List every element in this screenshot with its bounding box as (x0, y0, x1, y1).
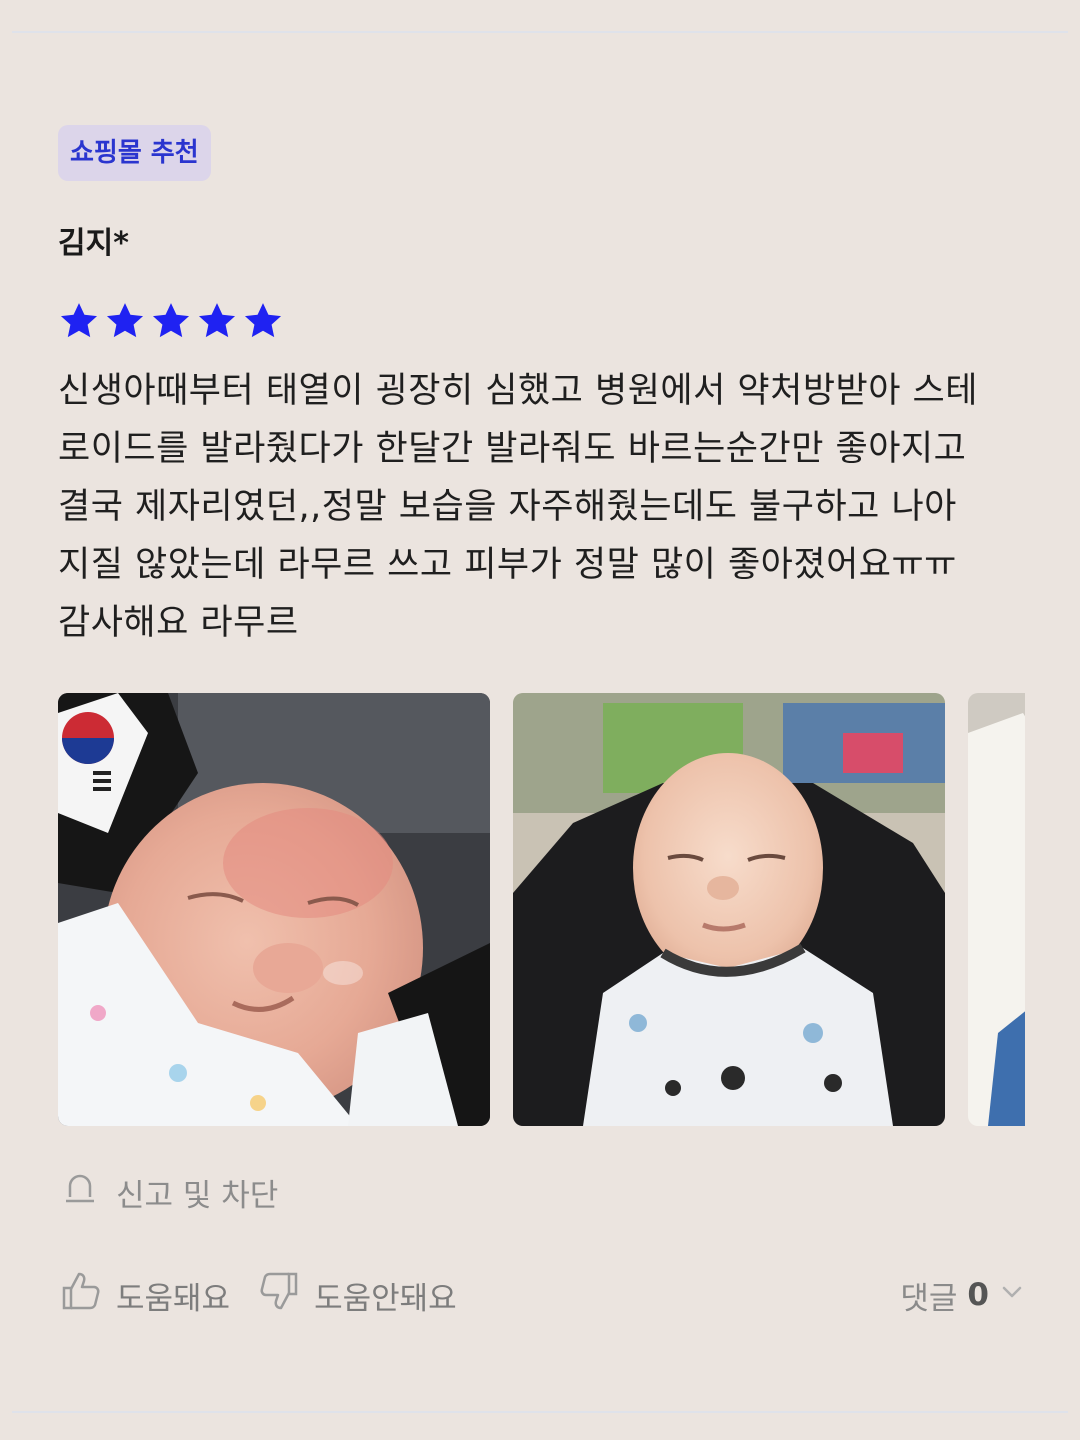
comments-count: 0 (967, 1277, 989, 1313)
review-author: 김지* (58, 226, 129, 261)
helpful-label: 도움돼요 (116, 1280, 231, 1317)
shopping-mall-recommend-badge: 쇼핑몰 추천 (58, 125, 211, 181)
thumbs-down-icon (258, 1270, 300, 1320)
star-rating (58, 300, 284, 342)
comments-toggle[interactable]: 댓글 0 (900, 1273, 1025, 1318)
star-icon (196, 300, 238, 342)
review-footer: 도움돼요 도움안돼요 댓글 0 (60, 1265, 1025, 1325)
review-photo-strip[interactable] (58, 693, 1025, 1126)
star-icon (150, 300, 192, 342)
thumbs-up-icon (60, 1270, 102, 1320)
comments-label: 댓글 (900, 1280, 958, 1317)
review-photo-3[interactable] (968, 693, 1025, 1126)
review-photo-1[interactable] (58, 693, 490, 1126)
report-label: 신고 및 차단 (116, 1178, 279, 1214)
review-photo-2[interactable] (513, 693, 945, 1126)
bell-icon (62, 1171, 98, 1215)
report-and-block-button[interactable]: 신고 및 차단 (62, 1170, 278, 1215)
not-helpful-button[interactable]: 도움안돼요 (258, 1270, 457, 1320)
star-icon (104, 300, 146, 342)
star-icon (242, 300, 284, 342)
star-icon (58, 300, 100, 342)
helpful-button[interactable]: 도움돼요 (60, 1270, 230, 1320)
bottom-divider (12, 1411, 1068, 1413)
review-text: 신생아때부터 태열이 굉장히 심했고 병원에서 약처방받아 스테 로이드를 발라… (58, 371, 978, 643)
top-divider (12, 31, 1068, 33)
chevron-down-icon (999, 1277, 1025, 1313)
not-helpful-label: 도움안돼요 (314, 1280, 457, 1317)
